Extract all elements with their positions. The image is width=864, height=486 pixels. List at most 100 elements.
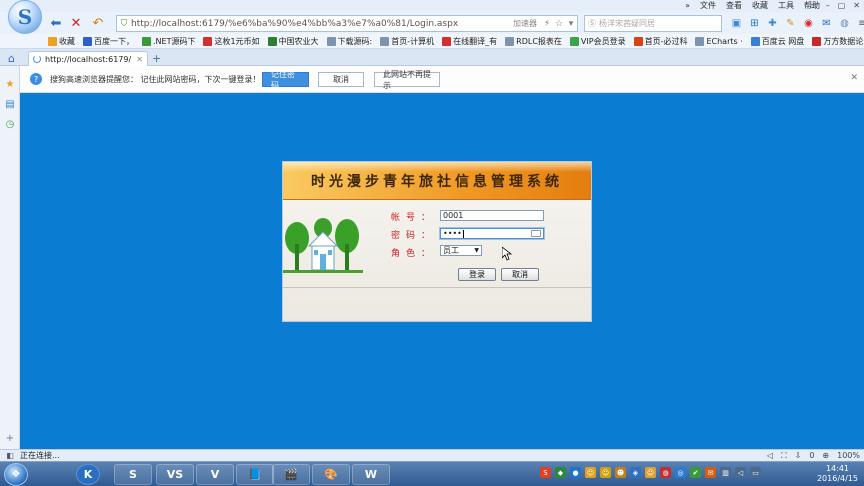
bookmark-item[interactable]: 首页-计算机 <box>380 36 434 47</box>
tray-app-icon[interactable]: ✉ <box>705 467 716 478</box>
taskbar-app-paint[interactable]: 🎨 <box>312 464 350 485</box>
never-prompt-button[interactable]: 此网站不再提示 <box>374 70 440 90</box>
bookmark-item[interactable]: 下载源码: <box>326 36 372 47</box>
minimize-button[interactable]: – <box>826 0 830 12</box>
sogou-ime-icon[interactable]: S <box>540 467 551 478</box>
tray-app-icon[interactable]: ✔ <box>690 467 701 478</box>
password-input[interactable]: •••• <box>440 228 544 239</box>
menu-view[interactable]: 查看 <box>726 0 742 12</box>
bookmark-icon[interactable]: ▣ <box>730 16 743 30</box>
history-clock-icon[interactable]: ◷ <box>4 118 16 130</box>
tray-app-icon[interactable]: ☺ <box>600 467 611 478</box>
tray-app-icon[interactable]: ☺ <box>645 467 656 478</box>
taskbar-app-word[interactable]: W <box>352 464 390 485</box>
bookmark-item[interactable]: 百度一下， <box>83 36 134 47</box>
menu-file[interactable]: 文件 <box>700 0 716 12</box>
notification-close-icon[interactable]: ✕ <box>850 73 858 83</box>
dropdown-arrow-icon[interactable]: ▾ <box>565 19 577 29</box>
menu-more[interactable]: » <box>685 0 690 12</box>
tray-app-icon[interactable]: ☺ <box>585 467 596 478</box>
bookmark-item[interactable]: ECharts · <box>695 36 743 46</box>
tray-app-icon[interactable]: ◆ <box>555 467 566 478</box>
globe-icon[interactable]: ◍ <box>838 16 851 30</box>
tray-app-icon[interactable]: ◎ <box>675 467 686 478</box>
battery-icon[interactable]: ▭ <box>750 467 761 478</box>
menu-favorites[interactable]: 收藏 <box>752 0 768 12</box>
back-arrow-icon[interactable]: ⬅ <box>48 15 64 31</box>
taskbar-app-visual-studio[interactable]: VS <box>156 464 194 485</box>
search-box[interactable]: Ⓢ 杨洋宋茜疑同居 <box>584 15 722 32</box>
bookmark-item[interactable]: 收藏 <box>48 36 75 47</box>
favorite-star-icon[interactable]: ☆ <box>553 19 565 29</box>
notification-cancel-button[interactable]: 取消 <box>318 72 364 87</box>
taskbar-app-k[interactable]: K <box>76 464 100 485</box>
trees-house-logo <box>283 218 363 273</box>
bookmark-label: 百度一下， <box>94 36 134 46</box>
search-placeholder[interactable]: 杨洋宋茜疑同居 <box>599 18 655 29</box>
zoom-level[interactable]: 100% <box>837 450 860 461</box>
status-right-icons: ◁ ⛶ ⇩ 0 ⊕ 100% <box>767 450 860 461</box>
role-select[interactable]: 员工 ▼ <box>440 245 482 256</box>
bookmark-item[interactable]: .NET源码下 <box>142 36 195 47</box>
account-input[interactable]: 0001 <box>440 210 544 221</box>
mail-icon[interactable]: ✉ <box>820 16 833 30</box>
question-icon: ? <box>30 73 42 85</box>
new-tab-button[interactable]: + <box>152 52 161 65</box>
keyboard-icon[interactable] <box>531 230 541 237</box>
sidebar-toggle-icon[interactable]: ◧ <box>0 451 20 460</box>
favorites-star-icon[interactable]: ★ <box>4 78 16 90</box>
sidebar-add-icon[interactable]: + <box>4 432 16 444</box>
undo-icon[interactable]: ↶ <box>90 15 106 31</box>
download-icon[interactable]: ⇩ <box>795 450 802 461</box>
system-title: 时光漫步青年旅社信息管理系统 <box>311 174 563 190</box>
taskbar-app-sogou[interactable]: S <box>114 464 152 485</box>
home-icon[interactable]: ⌂ <box>8 52 15 65</box>
remember-password-button[interactable]: 记住密码 <box>262 70 309 90</box>
windows-start-icon[interactable]: ❖ <box>4 463 28 486</box>
cancel-button[interactable]: 取消 <box>501 268 539 281</box>
speaker-icon[interactable]: ◁ <box>767 450 773 461</box>
bookmark-item[interactable]: VIP会员登录 <box>569 36 626 47</box>
zoom-icon[interactable]: ⊕ <box>822 450 829 461</box>
bookmark-item[interactable]: 首页-必过科 <box>633 36 687 47</box>
menu-lines-icon[interactable]: ≡ <box>856 16 864 30</box>
accelerator-label[interactable]: 加速器 <box>513 18 537 29</box>
system-clock[interactable]: 14:41 2016/4/15 <box>817 464 858 484</box>
puzzle-icon[interactable]: ✚ <box>766 16 779 30</box>
weibo-icon[interactable]: ◉ <box>802 16 815 30</box>
stop-icon[interactable]: ✕ <box>68 15 84 31</box>
bookmark-item[interactable]: 在线翻译_有 <box>442 36 497 47</box>
tray-app-icon[interactable]: ● <box>570 467 581 478</box>
address-bar[interactable]: ⛉ http://localhost:6179/%e6%ba%90%e4%bb%… <box>116 15 578 32</box>
bookmark-label: RDLC报表在 <box>516 36 562 46</box>
bookmark-item[interactable]: 百度云 网盘 <box>750 36 804 47</box>
tab-close-icon[interactable]: ✕ <box>136 55 143 64</box>
bookmark-item[interactable]: RDLC报表在 <box>505 36 562 47</box>
bookmark-item[interactable]: 中国农业大 <box>267 36 319 47</box>
login-button[interactable]: 登录 <box>458 268 496 281</box>
pin-icon[interactable]: ✎ <box>784 16 797 30</box>
close-window-button[interactable]: ✕ <box>853 0 860 12</box>
grid-icon[interactable]: ⊞ <box>748 16 761 30</box>
password-save-notification: ? 搜狗高速浏览器提醒您： 记住此网站密码，下次一键登录！ 记住密码 取消 此网… <box>20 66 864 93</box>
sogou-logo-icon[interactable]: S <box>8 0 42 34</box>
login-panel-body: 时光漫步青年旅社信息管理系统 帐号： 0001 密码： •••• 角色： 员工 … <box>283 162 591 321</box>
bookmark-item[interactable]: 万方数据论 <box>812 36 863 47</box>
notes-icon[interactable]: ▤ <box>4 98 16 110</box>
tab-login[interactable]: http://localhost:6179/ ✕ <box>28 51 148 66</box>
tray-app-icon[interactable]: ◍ <box>660 467 671 478</box>
address-url[interactable]: http://localhost:6179/%e6%ba%90%e4%bb%a3… <box>131 19 513 29</box>
taskbar-app-media[interactable]: 🎬 <box>272 464 310 485</box>
maximize-button[interactable]: ▢ <box>838 0 846 12</box>
tray-app-icon[interactable]: ☻ <box>615 467 626 478</box>
taskbar-app-book[interactable]: 📘 <box>236 464 274 485</box>
network-icon[interactable]: ▥ <box>720 467 731 478</box>
volume-icon[interactable]: ◁ <box>735 467 746 478</box>
tray-app-icon[interactable]: ◈ <box>630 467 641 478</box>
screenshot-icon[interactable]: ⛶ <box>781 450 787 461</box>
taskbar-app-visio[interactable]: V <box>196 464 234 485</box>
lightning-icon[interactable]: ⚡ <box>541 19 553 29</box>
bookmark-item[interactable]: 这枚1元币如 <box>203 36 260 47</box>
menu-tools[interactable]: 工具 <box>778 0 794 12</box>
restore-icon[interactable]: ▭ <box>810 0 818 12</box>
